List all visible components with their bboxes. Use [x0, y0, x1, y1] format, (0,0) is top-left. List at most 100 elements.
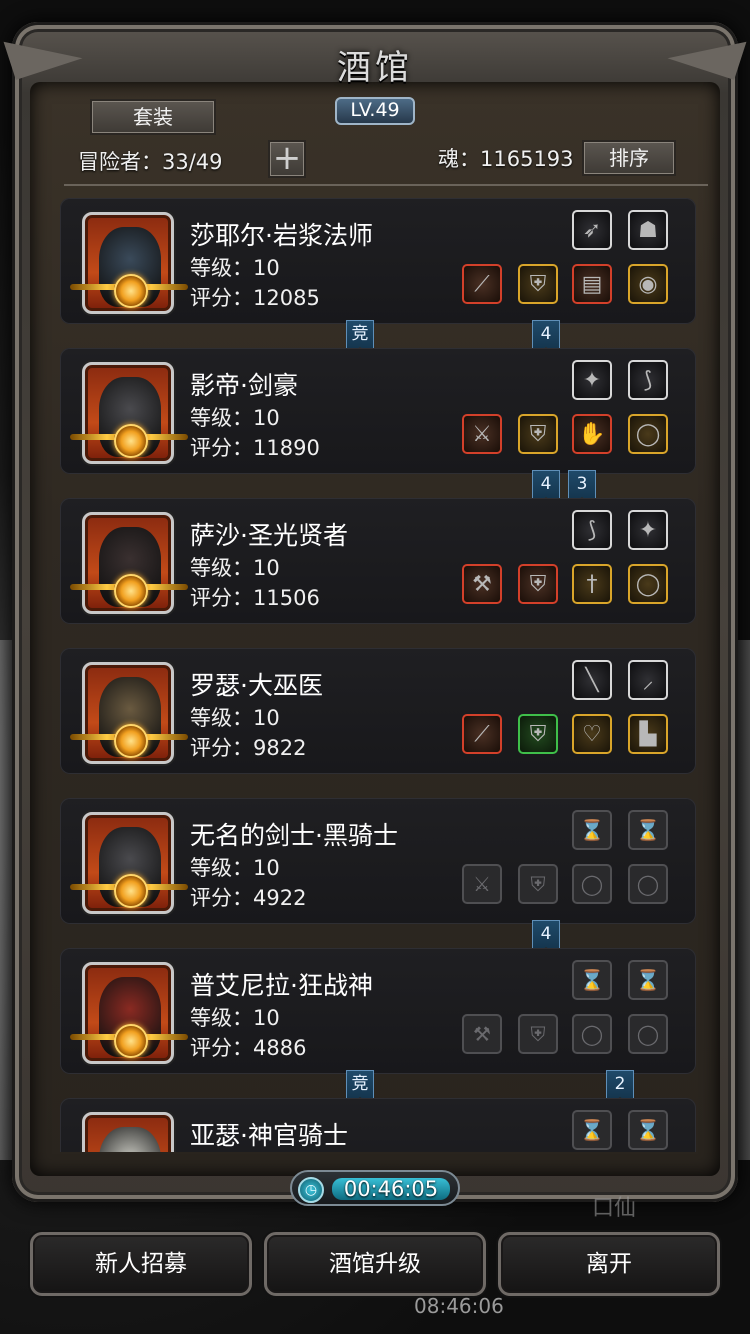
skill-slot[interactable]: ✦ — [572, 360, 612, 400]
rank-emblem-icon — [114, 274, 148, 308]
tavern-level-badge: LV.49 — [335, 97, 415, 125]
equipment-slot[interactable]: ✋ — [572, 414, 612, 454]
equipment-slot[interactable]: ⚔ — [462, 864, 502, 904]
hero-level: 等级：10 — [190, 856, 280, 880]
skill-slot[interactable]: ⌛ — [628, 1110, 668, 1150]
emblem-icon: ✦ — [638, 517, 658, 543]
hero-level: 等级：10 — [190, 706, 280, 730]
equipment-slot[interactable]: ⚒ — [462, 564, 502, 604]
hero-card[interactable]: 无名的剑士·黑骑士等级：10 评分：4922 ⌛ ⌛ ⚔ ⛨ ◯ ◯ — [60, 798, 696, 924]
empty-slot-icon: ⌛ — [635, 968, 661, 992]
hero-card[interactable]: 莎耶尔·岩浆法师 等级：10 评分：12085 ➶ ☗ ⟋ ⛨ ▤ ◉ — [60, 198, 696, 324]
ring-icon: ◯ — [636, 872, 660, 896]
hero-score: 评分：4922 — [190, 886, 307, 910]
equipment-slot[interactable]: ◯ — [572, 1014, 612, 1054]
hero-name: 莎耶尔·岩浆法师 — [190, 221, 373, 250]
hero-name: 无名的剑士·黑骑士 — [190, 821, 398, 850]
hero-card[interactable]: 亚瑟·神官骑士 ⌛ ⌛ — [60, 1098, 696, 1152]
armor-icon: ⛨ — [529, 721, 547, 747]
title-plate: 酒馆 — [300, 40, 450, 98]
hero-portrait[interactable] — [82, 1112, 174, 1152]
rod-icon: ╲ — [585, 667, 599, 693]
armor-icon: ⛨ — [529, 271, 547, 297]
hero-level: 等级：10 — [190, 406, 280, 430]
equipment-slot[interactable]: ◉ — [628, 264, 668, 304]
equipment-slot[interactable]: ◯ — [572, 864, 612, 904]
hero-score: 评分：11506 — [190, 586, 320, 610]
hero-score: 评分：11890 — [190, 436, 320, 460]
equipment-slot[interactable]: ▤ — [572, 264, 612, 304]
equipment-slot[interactable]: ⟋ — [462, 714, 502, 754]
equipment-slot[interactable]: † — [572, 564, 612, 604]
equipment-slot[interactable]: ▙ — [628, 714, 668, 754]
gauntlet-icon: ✋ — [578, 421, 606, 447]
skill-slot[interactable]: ⟆ — [572, 510, 612, 550]
skill-slot[interactable]: ⟆ — [628, 360, 668, 400]
ring-icon: ◯ — [580, 872, 604, 896]
rank-emblem-icon — [114, 424, 148, 458]
header-divider — [64, 184, 708, 186]
armor-icon: ⛨ — [530, 872, 546, 896]
axe-icon: ⚒ — [473, 1022, 491, 1046]
suit-button[interactable]: 套装 — [90, 99, 216, 135]
skill-slot[interactable]: ⌛ — [572, 810, 612, 850]
empty-slot-icon: ⌛ — [579, 968, 605, 992]
hammer-icon: ⚒ — [472, 571, 492, 597]
whip-icon: ⟆ — [643, 367, 653, 393]
staff-icon: ⟋ — [474, 271, 490, 297]
add-adventurer-button[interactable]: + — [268, 140, 306, 178]
equipment-slot[interactable]: ◯ — [628, 564, 668, 604]
skill-slot[interactable]: ➶ — [572, 210, 612, 250]
skill-slot[interactable]: ⌛ — [572, 1110, 612, 1150]
empty-slot-icon: ⌛ — [579, 818, 605, 842]
hero-card[interactable]: 萨沙·圣光贤者等级：10 评分：11506 ⟆ ✦ ⚒ ⛨ † ◯ — [60, 498, 696, 624]
sort-button[interactable]: 排序 — [582, 140, 676, 176]
equipment-slot[interactable]: ♡ — [572, 714, 612, 754]
rank-emblem-icon — [114, 724, 148, 758]
hero-card[interactable]: 影帝·剑豪 等级：10 评分：11890 ✦ ⟆ ⚔ ⛨ ✋ ◯ — [60, 348, 696, 474]
tavern-upgrade-button[interactable]: 酒馆升级 — [264, 1232, 486, 1296]
skill-slot[interactable]: ╲ — [572, 660, 612, 700]
sword-icon: ⚔ — [473, 872, 491, 896]
skill-slot[interactable]: ⌛ — [572, 960, 612, 1000]
equipment-slot[interactable]: ⛨ — [518, 1014, 558, 1054]
hero-level: 等级：10 — [190, 556, 280, 580]
dagger-icon: † — [586, 571, 598, 597]
equipment-slot[interactable]: ◯ — [628, 1014, 668, 1054]
rank-emblem-icon — [114, 574, 148, 608]
rank-emblem-icon — [114, 1024, 148, 1058]
equipment-slot[interactable]: ◯ — [628, 864, 668, 904]
equipment-slot[interactable]: ⛨ — [518, 564, 558, 604]
recruit-button[interactable]: 新人招募 — [30, 1232, 252, 1296]
skill-slot[interactable]: ⌛ — [628, 960, 668, 1000]
hero-name: 普艾尼拉·狂战神 — [190, 971, 373, 1000]
equipment-slot[interactable]: ⛨ — [518, 864, 558, 904]
ring-icon: ◯ — [636, 1022, 660, 1046]
knife-icon: ⸝ — [642, 669, 654, 694]
armor-icon: ⛨ — [529, 421, 547, 447]
hero-card[interactable]: 罗瑟·大巫医 等级：10 评分：9822 ╲ ⸝ ⟋ ⛨ ♡ ▙ — [60, 648, 696, 774]
equipment-slot[interactable]: ⛨ — [518, 414, 558, 454]
leave-button[interactable]: 离开 — [498, 1232, 720, 1296]
hero-name: 萨沙·圣光贤者 — [190, 521, 348, 550]
equipment-slot[interactable]: ⚒ — [462, 1014, 502, 1054]
empty-slot-icon: ⌛ — [635, 1118, 661, 1142]
necklace-icon: ♡ — [582, 721, 602, 747]
skill-slot[interactable]: ☗ — [628, 210, 668, 250]
hero-level: 等级：10 — [190, 1006, 280, 1030]
equipment-slot[interactable]: ⛨ — [518, 714, 558, 754]
skill-slot[interactable]: ⌛ — [628, 810, 668, 850]
equipment-slot[interactable]: ⛨ — [518, 264, 558, 304]
skill-slot[interactable]: ⸝ — [628, 660, 668, 700]
ring-icon: ◯ — [635, 421, 661, 447]
hero-score: 评分：9822 — [190, 736, 307, 760]
hero-card[interactable]: 普艾尼拉·狂战神 等级：10 评分：4886 ⌛ ⌛ ⚒ ⛨ ◯ ◯ — [60, 948, 696, 1074]
equipment-slot[interactable]: ◯ — [628, 414, 668, 454]
equipment-slot[interactable]: ⚔ — [462, 414, 502, 454]
hero-avatar — [99, 1127, 161, 1152]
skill-slot[interactable]: ✦ — [628, 510, 668, 550]
hero-list[interactable]: 莎耶尔·岩浆法师 等级：10 评分：12085 ➶ ☗ ⟋ ⛨ ▤ ◉ 竞 4 影帝·剑豪 等级：10 评… — [60, 192, 700, 1152]
equipment-slot[interactable]: ⟋ — [462, 264, 502, 304]
ring-icon: ◯ — [580, 1022, 604, 1046]
feather-icon: ➶ — [582, 217, 602, 243]
